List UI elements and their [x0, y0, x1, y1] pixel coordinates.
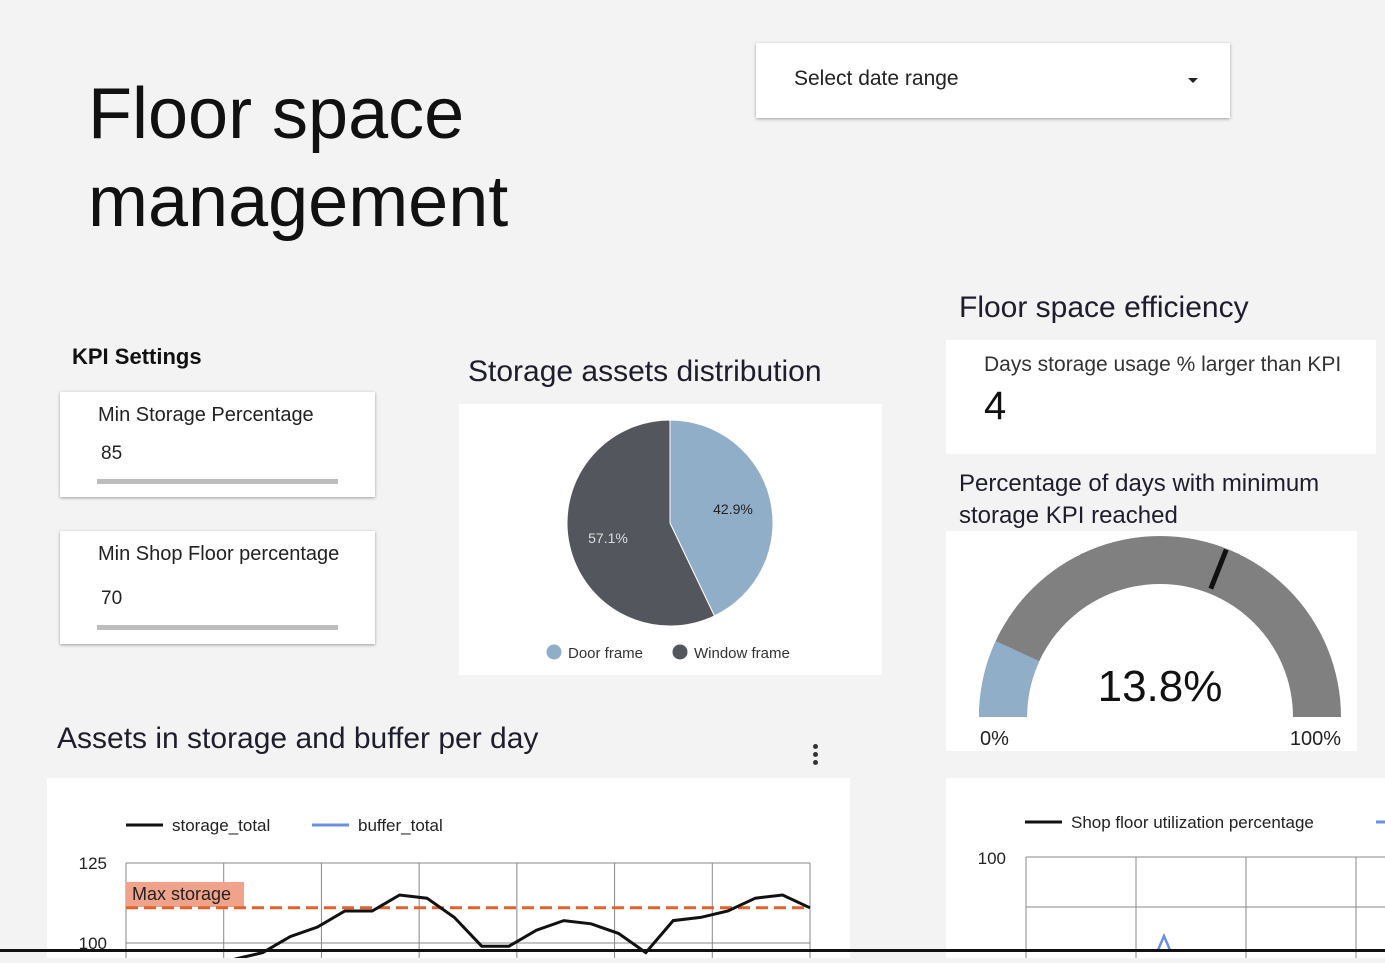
util-chart-grid	[1026, 857, 1385, 958]
page-title: Floor space management	[88, 70, 508, 246]
min-shop-floor-card: Min Shop Floor percentage 70	[60, 531, 375, 644]
legend-marker-window-frame	[673, 645, 688, 660]
pie-label-window-frame: 57.1%	[588, 530, 628, 546]
days-kpi-value: 4	[984, 384, 1006, 429]
page-title-line1: Floor space	[88, 70, 508, 158]
assets-line-card: storage_total buffer_total 125 100 Max s…	[47, 778, 850, 958]
max-storage-label: Max storage	[132, 884, 231, 904]
assets-line-chart: storage_total buffer_total 125 100 Max s…	[47, 778, 850, 958]
line-chart-grid	[126, 863, 810, 958]
util-y-tick-100: 100	[978, 849, 1006, 868]
gauge-card: 13.8% 0% 100%	[946, 531, 1357, 751]
legend-label-buffer-total: buffer_total	[358, 816, 443, 835]
legend-marker-door-frame	[547, 645, 562, 660]
gauge-value-label: 13.8%	[1098, 662, 1223, 711]
dropdown-arrow-icon	[1188, 78, 1198, 83]
min-storage-underline	[97, 479, 338, 484]
legend-label-storage-total: storage_total	[172, 816, 270, 835]
storage-distribution-title: Storage assets distribution	[468, 355, 822, 389]
min-shop-floor-input[interactable]: 70	[101, 588, 122, 610]
kpi-reached-title: Percentage of days with minimum storage …	[959, 468, 1359, 532]
storage-pie-chart: 42.9% 57.1% Door frame Window frame	[459, 404, 882, 675]
kpi-gauge-chart: 13.8% 0% 100%	[946, 531, 1357, 751]
storage-pie-card: 42.9% 57.1% Door frame Window frame	[459, 404, 882, 675]
date-range-select[interactable]: Select date range	[756, 43, 1230, 118]
date-range-label: Select date range	[794, 67, 959, 91]
shop-floor-util-chart: Shop floor utilization percentage 100	[946, 778, 1385, 958]
min-storage-card: Min Storage Percentage 85	[60, 392, 375, 497]
y-tick-125: 125	[79, 854, 107, 873]
days-kpi-label: Days storage usage % larger than KPI	[984, 353, 1341, 377]
min-storage-label: Min Storage Percentage	[98, 404, 314, 427]
min-storage-input[interactable]: 85	[101, 443, 122, 465]
legend-label-door-frame: Door frame	[568, 645, 643, 662]
assets-per-day-title: Assets in storage and buffer per day	[57, 722, 538, 756]
pie-label-door-frame: 42.9%	[713, 501, 753, 517]
util-series-spike	[1158, 936, 1170, 950]
gauge-min-label: 0%	[980, 728, 1009, 750]
legend-label-window-frame: Window frame	[694, 645, 790, 662]
min-shop-floor-underline	[97, 625, 338, 630]
page-title-line2: management	[88, 158, 508, 246]
gauge-max-label: 100%	[1290, 728, 1341, 750]
min-shop-floor-label: Min Shop Floor percentage	[98, 543, 339, 566]
more-vert-icon[interactable]	[813, 744, 819, 768]
kpi-settings-title: KPI Settings	[72, 344, 202, 370]
floor-efficiency-title: Floor space efficiency	[959, 291, 1249, 325]
shop-floor-util-card: Shop floor utilization percentage 100	[946, 778, 1385, 958]
days-kpi-card: Days storage usage % larger than KPI 4	[946, 340, 1376, 454]
legend-label-shop-floor: Shop floor utilization percentage	[1071, 813, 1314, 832]
